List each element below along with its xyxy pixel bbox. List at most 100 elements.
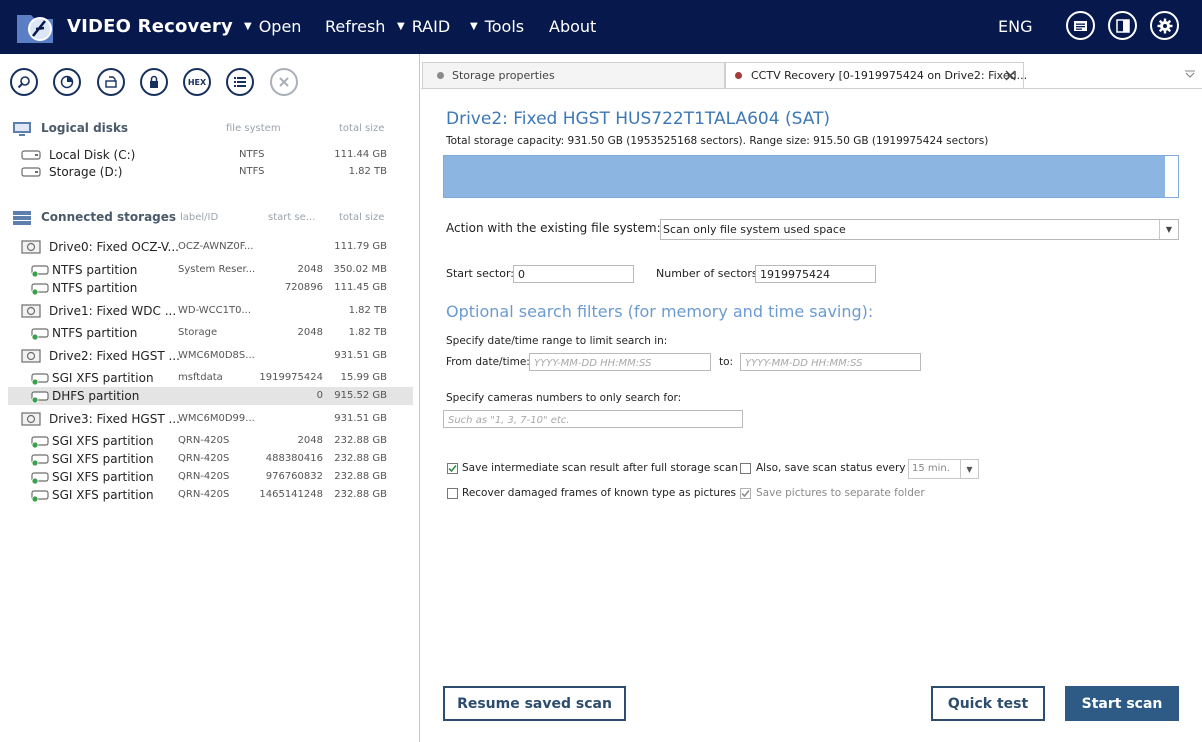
tab-overflow-chevron-icon[interactable] — [1185, 70, 1195, 78]
menu-open[interactable]: ▼ Open — [244, 17, 301, 36]
disk-map-button[interactable] — [53, 68, 81, 96]
storage-total-size: 931.51 GB — [334, 350, 387, 361]
storage-drive-row[interactable]: Drive0: Fixed OCZ-V... OCZ-AWNZ0F... 111.7… — [0, 238, 420, 256]
storage-name: SGI XFS partition — [52, 452, 154, 466]
tab-label: Storage properties — [452, 69, 555, 82]
menu-dropdown-arrow-icon: ▼ — [397, 21, 405, 32]
close-button[interactable] — [270, 68, 298, 96]
storage-name: SGI XFS partition — [52, 488, 154, 502]
storage-partition-row[interactable]: SGI XFS partition QRN-420S 1465141248 232.8… — [0, 486, 420, 504]
language-selector[interactable]: ENG — [998, 17, 1032, 36]
storage-partition-row[interactable]: DHFS partition 0 915.52 GB — [8, 387, 413, 405]
start-scan-button[interactable]: Start scan — [1065, 686, 1179, 721]
interval-value: 15 min. — [912, 463, 950, 474]
resume-saved-scan-button[interactable]: Resume saved scan — [443, 686, 626, 721]
hard-drive-icon — [21, 167, 41, 177]
menu-about[interactable]: About — [549, 17, 596, 36]
tab-close-icon[interactable] — [1005, 70, 1016, 81]
menu-dropdown-arrow-icon: ▼ — [470, 21, 478, 32]
to-date-input[interactable]: YYYY-MM-DD HH:MM:SS — [740, 353, 921, 371]
save-intermediate-checkbox[interactable] — [447, 463, 458, 474]
save-status-label: Also, save scan status every — [756, 462, 906, 474]
search-icon — [17, 76, 30, 89]
storage-name: Drive2: Fixed HGST ... — [49, 349, 180, 363]
hex-viewer-button[interactable]: HEX — [183, 68, 211, 96]
interval-select[interactable]: 15 min. ▼ — [908, 459, 979, 479]
log-icon — [1074, 20, 1087, 31]
partition-icon — [31, 283, 49, 295]
storage-total-size: 111.45 GB — [334, 282, 387, 293]
tab-storage-properties[interactable]: Storage properties — [422, 62, 725, 88]
storage-drive-row[interactable]: Drive2: Fixed HGST ... WMC6M0D8S... 931.51… — [0, 347, 420, 365]
action-label: Action with the existing file system: — [446, 221, 661, 235]
storage-total-size: 232.88 GB — [334, 489, 387, 500]
from-date-input[interactable]: YYYY-MM-DD HH:MM:SS — [529, 353, 711, 371]
scan-range-bar[interactable] — [443, 155, 1179, 198]
storage-partition-row[interactable]: SGI XFS partition QRN-420S 488380416 232.88… — [0, 450, 420, 468]
quick-test-button[interactable]: Quick test — [931, 686, 1045, 721]
storage-name: NTFS partition — [52, 326, 138, 340]
gear-icon — [1157, 18, 1172, 33]
recover-damaged-checkbox[interactable] — [447, 488, 458, 499]
lock-icon — [150, 75, 158, 88]
list-view-button[interactable] — [226, 68, 254, 96]
settings-button[interactable] — [1150, 11, 1179, 40]
logical-disk-name: Storage (D:) — [49, 165, 123, 179]
drive-icon — [21, 412, 41, 426]
storage-label-id: WD-WCC1T0... — [178, 305, 252, 316]
create-image-button[interactable] — [97, 68, 125, 96]
start-sector-label: Start sector: — [446, 267, 514, 280]
storage-partition-row[interactable]: NTFS partition Storage 2048 1.82 TB — [0, 324, 420, 342]
drive-title: Drive2: Fixed HGST HUS722T1TALA604 (SAT) — [446, 109, 831, 129]
storage-partition-row[interactable]: SGI XFS partition msftdata 1919975424 15.99… — [0, 369, 420, 387]
optional-filters-title: Optional search filters (for memory and … — [446, 302, 874, 321]
tab-cctv-recovery[interactable]: CCTV Recovery [0-1919975424 on Drive2: F… — [725, 62, 1027, 88]
storage-total-size: 232.88 GB — [334, 471, 387, 482]
logical-disk-row[interactable]: Storage (D:) NTFS 1.82 TB — [0, 163, 420, 181]
storage-partition-row[interactable]: NTFS partition 720896 111.45 GB — [0, 279, 420, 297]
storage-total-size: 15.99 GB — [340, 372, 387, 383]
save-pictures-checkbox[interactable] — [740, 488, 751, 499]
save-pictures-label: Save pictures to separate folder — [756, 487, 925, 499]
storage-partition-row[interactable]: SGI XFS partition QRN-420S 2048 232.88 GB — [0, 432, 420, 450]
save-status-checkbox[interactable] — [740, 463, 751, 474]
from-date-placeholder: YYYY-MM-DD HH:MM:SS — [534, 358, 652, 369]
storage-partition-row[interactable]: SGI XFS partition QRN-420S 976760832 232.88… — [0, 468, 420, 486]
column-total-size: total size — [339, 123, 385, 134]
search-button[interactable] — [10, 68, 38, 96]
monitor-icon — [13, 122, 31, 136]
storage-label-id: Storage — [178, 327, 218, 338]
tab-bar: Storage properties CCTV Recovery [0-1919… — [421, 62, 1202, 88]
drive-icon — [21, 304, 41, 318]
checkmark-icon — [741, 490, 750, 498]
action-select[interactable]: Scan only file system used space ▼ — [660, 219, 1179, 240]
panel-layout-icon — [1115, 18, 1130, 33]
action-select-value: Scan only file system used space — [663, 223, 846, 236]
storage-label-id: OCZ-AWNZ0F... — [178, 241, 254, 252]
logical-disk-name: Local Disk (C:) — [49, 148, 136, 162]
panel-toggle-button[interactable] — [1108, 11, 1137, 40]
number-of-sectors-input[interactable]: 1919975424 — [755, 265, 876, 283]
column-label-id: label/ID — [180, 212, 219, 223]
logical-disks-header: Logical disks file system total size — [0, 118, 420, 140]
storage-drive-row[interactable]: Drive1: Fixed WDC ... WD-WCC1T0... 1.82 TB — [0, 302, 420, 320]
storage-name: Drive3: Fixed HGST ... — [49, 412, 180, 426]
storage-partition-row[interactable]: NTFS partition System Reser... 2048 350.02 … — [0, 261, 420, 279]
logical-disk-row[interactable]: Local Disk (C:) NTFS 111.44 GB — [0, 146, 420, 164]
logical-disk-fs: NTFS — [239, 149, 265, 160]
top-bar: VIDEO Recovery ▼ Open Refresh ▼ RAID ▼ Tool… — [0, 0, 1202, 54]
capacity-info: Total storage capacity: 931.50 GB (19535… — [446, 135, 989, 147]
storage-label-id: msftdata — [178, 372, 223, 383]
cameras-input[interactable]: Such as "1, 3, 7-10" etc. — [443, 410, 743, 428]
log-button[interactable] — [1066, 11, 1095, 40]
partition-icon — [31, 328, 49, 340]
menu-tools[interactable]: ▼ Tools — [470, 17, 524, 36]
storage-label-id: WMC6M0D99... — [178, 413, 255, 424]
storage-drive-row[interactable]: Drive3: Fixed HGST ... WMC6M0D99... 931.51… — [0, 410, 420, 428]
partition-icon — [31, 472, 49, 484]
menu-refresh[interactable]: Refresh — [325, 17, 385, 36]
lock-button[interactable] — [140, 68, 168, 96]
from-date-label: From date/time: — [446, 356, 530, 368]
start-sector-input[interactable]: 0 — [513, 265, 634, 283]
menu-raid[interactable]: ▼ RAID — [397, 17, 450, 36]
